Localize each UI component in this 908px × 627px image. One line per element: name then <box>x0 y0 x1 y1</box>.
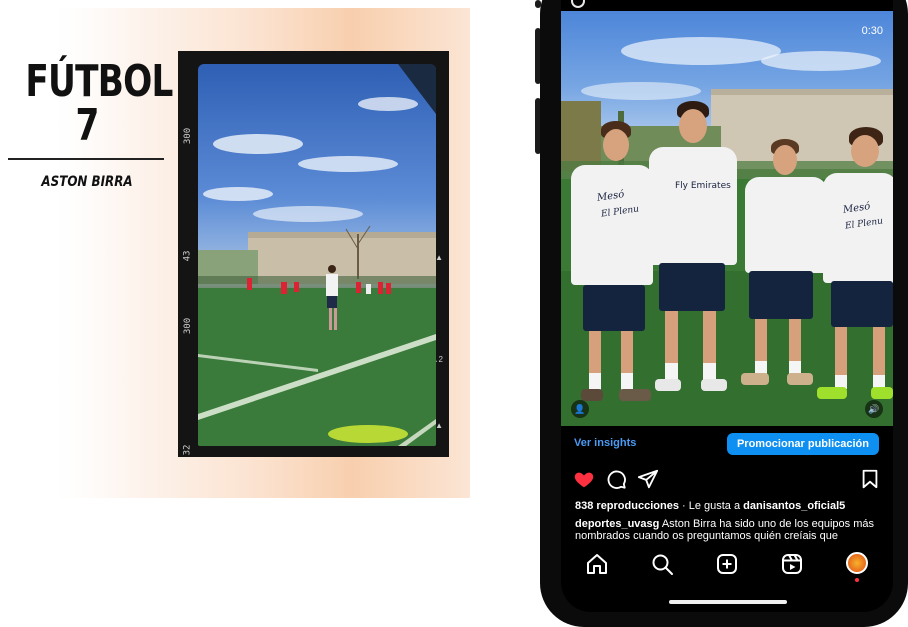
reels-icon[interactable] <box>780 552 804 576</box>
film-mark: ▲ <box>435 253 443 262</box>
film-number: 300 <box>183 127 194 145</box>
film-frame: 300 43 300 32 ▲ ▲2 ▲ <box>178 51 449 457</box>
video-timer: 0:30 <box>861 25 883 37</box>
notification-dot <box>855 578 859 582</box>
poster-title-line1: FÚTBOL <box>25 56 173 107</box>
poster-divider <box>8 158 164 160</box>
film-mark: ▲ <box>435 421 443 430</box>
insights-bar: Ver insights Promocionar publicación <box>561 430 893 458</box>
sound-toggle-icon[interactable]: 🔊 <box>865 400 883 418</box>
match-photo <box>198 64 436 446</box>
match-scene <box>198 64 436 446</box>
poster-subtitle: ASTON BIRRA <box>41 174 133 190</box>
heart-icon[interactable] <box>573 468 595 490</box>
create-icon[interactable] <box>715 552 739 576</box>
views-count: 838 reproducciones <box>575 500 679 512</box>
film-number: 300 <box>183 317 194 335</box>
likes-line: 838 reproducciones · Le gusta a danisant… <box>575 500 845 512</box>
film-number: 32 <box>182 444 193 456</box>
home-indicator[interactable] <box>669 600 787 604</box>
search-icon[interactable] <box>650 552 674 576</box>
post-caption: deportes_uvasg Aston Birra ha sido uno d… <box>575 518 881 544</box>
poster-title-line2: 7 <box>75 100 99 151</box>
liked-by-user[interactable]: danisantos_oficial5 <box>743 500 845 512</box>
post-actions <box>561 468 893 490</box>
comment-icon[interactable] <box>605 468 627 490</box>
shirt-text: Fly Emirates <box>675 181 731 191</box>
profile-avatar[interactable] <box>846 552 868 574</box>
liked-by-prefix: · Le gusta a <box>678 500 744 512</box>
post-header <box>561 0 893 11</box>
home-icon[interactable] <box>585 552 609 576</box>
bottom-nav <box>561 552 893 582</box>
send-icon[interactable] <box>637 468 659 490</box>
post-video[interactable]: Mesó El Plenu Fly Emirates Mesó El Plenu… <box>561 11 893 426</box>
promote-post-button[interactable]: Promocionar publicación <box>726 433 879 455</box>
bookmark-icon[interactable] <box>859 468 881 490</box>
poster-title-block: FÚTBOL 7 ASTON BIRRA <box>8 56 173 190</box>
instagram-screen: Mesó El Plenu Fly Emirates Mesó El Plenu… <box>561 0 893 612</box>
author-avatar[interactable] <box>571 0 585 8</box>
caption-username[interactable]: deportes_uvasg <box>575 518 659 530</box>
view-insights-link[interactable]: Ver insights <box>574 437 636 449</box>
film-number: 43 <box>182 250 193 262</box>
tagged-people-icon[interactable]: 👤 <box>571 400 589 418</box>
